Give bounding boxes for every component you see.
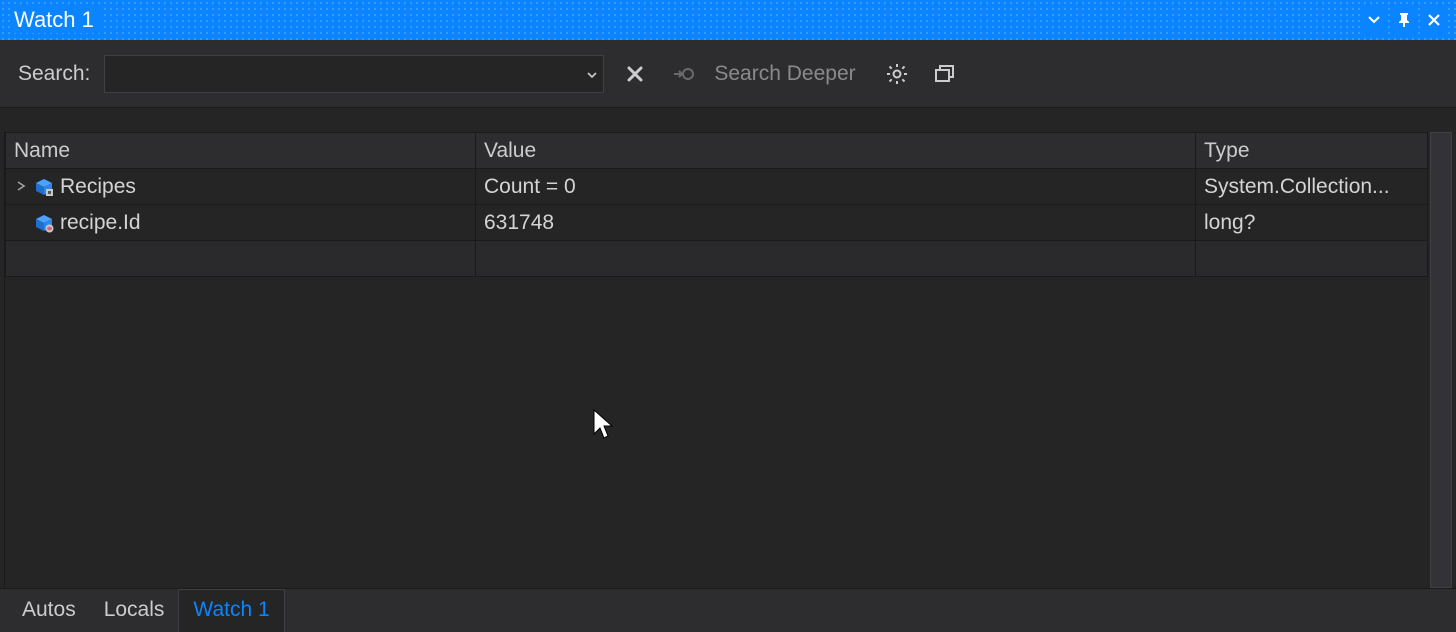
column-header-value[interactable]: Value: [476, 133, 1196, 169]
column-header-type[interactable]: Type: [1196, 133, 1428, 169]
gear-icon: [886, 63, 908, 85]
search-deeper-button[interactable]: [666, 57, 700, 91]
table-row[interactable]: recipe.Id 631748 long?: [6, 205, 1428, 241]
chevron-right-icon: [16, 181, 26, 191]
watch-value[interactable]: 631748: [476, 205, 1196, 241]
tab-autos[interactable]: Autos: [8, 590, 90, 632]
chevron-down-icon: [1368, 16, 1380, 24]
empty-value-cell: [476, 241, 1196, 277]
search-toolbar: Search: Search Deeper: [0, 40, 1456, 108]
property-icon: [34, 177, 54, 197]
close-button[interactable]: [1420, 6, 1448, 34]
table-row[interactable]: Recipes Count = 0 System.Collection...: [6, 169, 1428, 205]
windows-button[interactable]: [928, 57, 962, 91]
settings-button[interactable]: [880, 57, 914, 91]
x-icon: [625, 64, 645, 84]
watch-type: long?: [1196, 205, 1428, 241]
tab-watch1[interactable]: Watch 1: [178, 589, 284, 632]
pin-button[interactable]: [1390, 6, 1418, 34]
chevron-down-icon: [587, 72, 597, 78]
watch-name: recipe.Id: [60, 211, 141, 235]
search-input[interactable]: [105, 56, 603, 92]
watch-value[interactable]: Count = 0: [476, 169, 1196, 205]
arrow-into-icon: [672, 64, 694, 84]
search-dropdown-button[interactable]: [587, 67, 597, 81]
empty-name-cell[interactable]: [6, 241, 476, 277]
field-icon: [34, 213, 54, 233]
watch-grid-wrap: Name Value Type: [4, 132, 1428, 588]
search-field-wrap: [104, 55, 604, 93]
tab-locals[interactable]: Locals: [90, 590, 179, 632]
column-header-name[interactable]: Name: [6, 133, 476, 169]
expand-toggle[interactable]: [14, 180, 28, 194]
watch-table: Name Value Type: [5, 132, 1428, 277]
new-watch-row[interactable]: [6, 241, 1428, 277]
empty-type-cell: [1196, 241, 1428, 277]
search-deeper-label: Search Deeper: [714, 62, 855, 86]
pin-icon: [1397, 12, 1411, 28]
window-menu-dropdown[interactable]: [1360, 6, 1388, 34]
vertical-scrollbar[interactable]: [1430, 132, 1452, 588]
window-title: Watch 1: [14, 7, 104, 33]
search-label: Search:: [18, 62, 90, 86]
title-bar: Watch 1: [0, 0, 1456, 40]
close-icon: [1427, 13, 1441, 27]
watch-type: System.Collection...: [1196, 169, 1428, 205]
watch-name: Recipes: [60, 175, 136, 199]
bottom-tab-strip: Autos Locals Watch 1: [0, 588, 1456, 632]
watch-body: Name Value Type: [0, 108, 1456, 588]
table-header-row: Name Value Type: [6, 133, 1428, 169]
clear-search-button[interactable]: [618, 57, 652, 91]
stacked-windows-icon: [934, 64, 956, 84]
